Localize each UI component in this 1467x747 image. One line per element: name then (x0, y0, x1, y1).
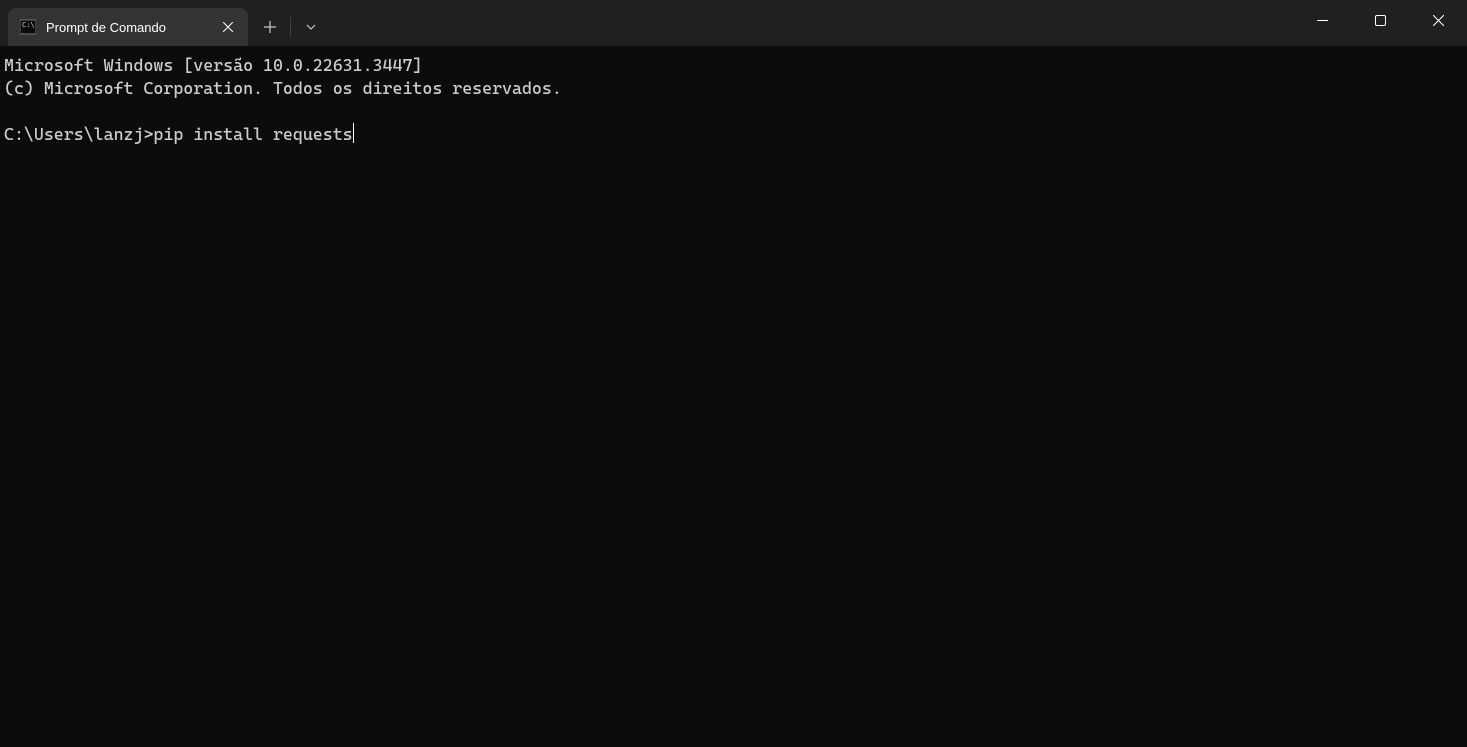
title-bar: C:\ _ Prompt de Comando (0, 0, 1467, 46)
maximize-button[interactable] (1351, 0, 1409, 40)
minimize-button[interactable] (1293, 0, 1351, 40)
maximize-icon (1375, 15, 1386, 26)
plus-icon (264, 21, 276, 33)
text-cursor (353, 123, 355, 143)
chevron-down-icon (305, 21, 317, 33)
window-controls (1293, 0, 1467, 40)
command-text: pip install requests (153, 124, 352, 144)
tab-command-prompt[interactable]: C:\ _ Prompt de Comando (8, 8, 248, 46)
tab-close-button[interactable] (216, 15, 240, 39)
tab-title: Prompt de Comando (46, 20, 206, 35)
new-tab-button[interactable] (252, 10, 288, 44)
window-close-button[interactable] (1409, 0, 1467, 40)
terminal-line: Microsoft Windows [versão 10.0.22631.344… (4, 55, 422, 75)
minimize-icon (1317, 15, 1328, 26)
prompt-text: C:\Users\lanzj> (4, 124, 153, 144)
terminal-content[interactable]: Microsoft Windows [versão 10.0.22631.344… (0, 46, 1467, 154)
terminal-icon: C:\ _ (20, 19, 36, 35)
divider (290, 17, 291, 37)
tab-dropdown-button[interactable] (293, 10, 329, 44)
close-icon (1433, 15, 1444, 26)
tab-controls (252, 8, 329, 46)
terminal-line: (c) Microsoft Corporation. Todos os dire… (4, 78, 562, 98)
close-icon (223, 22, 233, 32)
